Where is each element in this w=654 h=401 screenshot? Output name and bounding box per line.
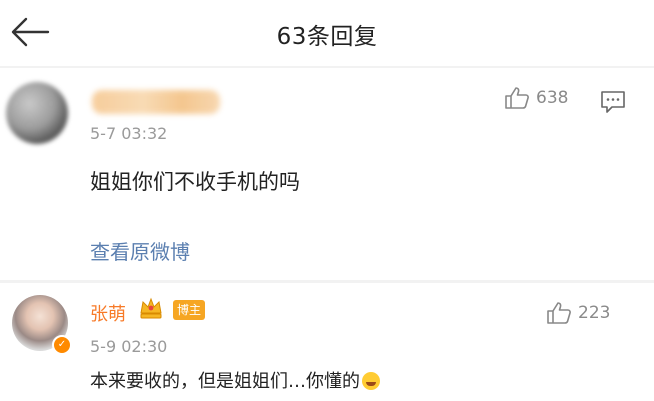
like-count: 223: [578, 303, 611, 323]
laughing-emoji-icon: [362, 372, 380, 390]
author-name-blurred[interactable]: [92, 90, 220, 114]
comment-time: 5-7 03:32: [90, 124, 168, 143]
view-original-link[interactable]: 查看原微博: [90, 236, 190, 265]
top-bar: 63条回复: [0, 0, 654, 66]
reply-text-content: 本来要收的，但是姐姐们…你懂的: [90, 371, 360, 392]
like-button[interactable]: 638: [504, 86, 568, 110]
like-count: 638: [536, 88, 569, 108]
avatar[interactable]: ✓: [12, 295, 72, 355]
avatar[interactable]: [6, 82, 68, 144]
original-comment: 5-7 03:32 638 姐姐你们不收手机的吗 查看原微博: [0, 68, 654, 280]
reply-item: ✓ 张萌 博主 5-9 02:30 223 本来要收的，但是姐姐们…你懂的: [0, 283, 654, 401]
thumbs-up-icon: [547, 302, 571, 324]
comment-icon[interactable]: [600, 90, 626, 114]
comment-text: 姐姐你们不收手机的吗: [90, 170, 300, 194]
like-button[interactable]: 223: [546, 301, 610, 325]
reply-text: 本来要收的，但是姐姐们…你懂的: [90, 367, 380, 393]
page-title: 63条回复: [276, 24, 378, 50]
thumbs-up-icon: [505, 87, 529, 109]
crown-icon: [140, 297, 162, 319]
reply-author-name[interactable]: 张萌: [90, 300, 126, 326]
blogger-badge: 博主: [173, 300, 206, 320]
reply-time: 5-9 02:30: [90, 337, 168, 356]
verified-badge-icon: ✓: [52, 335, 72, 355]
